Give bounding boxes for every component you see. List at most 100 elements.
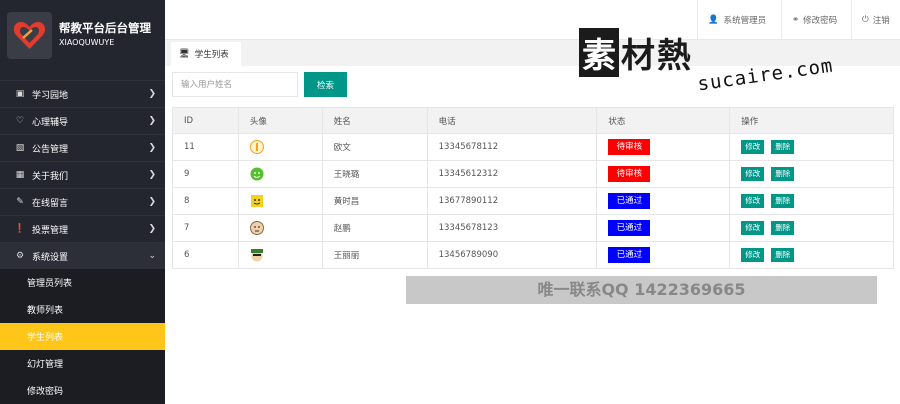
cell-phone: 13345612312 bbox=[426, 160, 598, 188]
settings-submenu: 管理员列表 教师列表 学生列表 幻灯管理 修改密码 bbox=[0, 269, 165, 404]
cell-id: 8 bbox=[172, 187, 239, 215]
column-header-actions: 操作 bbox=[729, 107, 894, 134]
column-header-phone: 电话 bbox=[426, 107, 598, 134]
table-row: 11 欧文 13345678112 待审核 修改 删除 bbox=[172, 133, 894, 161]
edit-button[interactable]: 修改 bbox=[741, 248, 765, 262]
cell-id: 7 bbox=[172, 214, 239, 242]
sidebar-item-label: 关于我们 bbox=[32, 171, 69, 182]
sidebar-item-study[interactable]: ▣ 学习园地 ❯ bbox=[0, 80, 165, 107]
cell-id: 11 bbox=[172, 133, 239, 161]
avatar bbox=[250, 248, 264, 262]
logout-label: 注销 bbox=[872, 16, 890, 26]
chevron-right-icon: ❯ bbox=[148, 224, 156, 234]
column-header-name: 姓名 bbox=[321, 107, 428, 134]
sidebar-item-counseling[interactable]: ♡ 心理辅导 ❯ bbox=[0, 107, 165, 134]
sidebar-item-label: 系统设置 bbox=[32, 252, 69, 263]
delete-button[interactable]: 删除 bbox=[771, 248, 795, 262]
cell-name: 王丽丽 bbox=[321, 241, 428, 269]
bar-chart-icon: ▧ bbox=[15, 143, 25, 153]
chevron-right-icon: ❯ bbox=[148, 143, 156, 153]
chevron-right-icon: ❯ bbox=[148, 89, 156, 99]
status-badge: 待审核 bbox=[608, 139, 651, 155]
sidebar-item-vote[interactable]: ❗ 投票管理 ❯ bbox=[0, 215, 165, 242]
logo-area[interactable]: 帮教平台后台管理 XIAOQUWUYE bbox=[0, 0, 165, 66]
logout-button[interactable]: ⏻ 注销 bbox=[851, 0, 900, 40]
chevron-down-icon: ⌄ bbox=[148, 251, 156, 261]
column-header-status: 状态 bbox=[596, 107, 731, 134]
chevron-right-icon: ❯ bbox=[148, 197, 156, 207]
status-badge: 已通过 bbox=[608, 193, 651, 209]
sidebar-item-label: 公告管理 bbox=[32, 144, 69, 155]
cell-id: 9 bbox=[172, 160, 239, 188]
student-table: ID 头像 姓名 电话 状态 操作 11 欧文 13345678112 待审核 … bbox=[172, 107, 894, 269]
cell-phone: 13677890112 bbox=[426, 187, 598, 215]
link-icon: ⚭ bbox=[792, 15, 800, 25]
power-icon: ⏻ bbox=[862, 15, 869, 25]
sidebar-item-label: 学习园地 bbox=[32, 90, 69, 101]
submenu-item-student-list[interactable]: 学生列表 bbox=[0, 323, 165, 350]
delete-button[interactable]: 删除 bbox=[771, 221, 795, 235]
watermark-chinese: 素 材 熱 bbox=[579, 28, 693, 77]
status-badge: 待审核 bbox=[608, 166, 651, 182]
change-password-label: 修改密码 bbox=[803, 16, 838, 26]
delete-button[interactable]: 删除 bbox=[771, 167, 795, 181]
sidebar-item-message[interactable]: ✎ 在线留言 ❯ bbox=[0, 188, 165, 215]
column-header-avatar: 头像 bbox=[237, 107, 323, 134]
sidebar-item-label: 投票管理 bbox=[32, 225, 69, 236]
search-input[interactable] bbox=[172, 72, 298, 97]
submenu-item-admin-list[interactable]: 管理员列表 bbox=[0, 269, 165, 296]
watermark: 素 材 熱 sucaire.com bbox=[579, 28, 835, 98]
submenu-item-slides[interactable]: 幻灯管理 bbox=[0, 350, 165, 377]
message-icon: ✎ bbox=[16, 197, 24, 207]
building-icon: ▦ bbox=[15, 170, 25, 180]
cell-phone: 13345678123 bbox=[426, 214, 598, 242]
table-row: 8 黄时昌 13677890112 已通过 修改 删除 bbox=[172, 187, 894, 215]
table-row: 6 王丽丽 13456789090 已通过 修改 删除 bbox=[172, 241, 894, 269]
brand-subtitle: XIAOQUWUYE bbox=[59, 38, 115, 47]
edit-button[interactable]: 修改 bbox=[741, 221, 765, 235]
submenu-item-teacher-list[interactable]: 教师列表 bbox=[0, 296, 165, 323]
avatar bbox=[250, 167, 264, 181]
contact-banner: 唯一联系QQ 1422369665 bbox=[406, 276, 877, 304]
sidebar: 帮教平台后台管理 XIAOQUWUYE ▣ 学习园地 ❯ ♡ 心理辅导 ❯ ▧ … bbox=[0, 0, 165, 404]
logo-icon bbox=[7, 12, 52, 59]
table-header-row: ID 头像 姓名 电话 状态 操作 bbox=[172, 107, 894, 134]
delete-button[interactable]: 删除 bbox=[771, 194, 795, 208]
sidebar-item-label: 心理辅导 bbox=[32, 117, 69, 128]
search-button[interactable]: 检索 bbox=[304, 72, 347, 97]
chevron-right-icon: ❯ bbox=[148, 170, 156, 180]
user-icon: 👤 bbox=[708, 15, 719, 25]
submenu-item-change-password[interactable]: 修改密码 bbox=[0, 377, 165, 404]
monitor-icon: 🖥 bbox=[179, 49, 190, 59]
sidebar-item-about[interactable]: ▦ 关于我们 ❯ bbox=[0, 161, 165, 188]
tab-student-list[interactable]: 🖥 学生列表 bbox=[171, 42, 241, 66]
column-header-id: ID bbox=[172, 107, 239, 134]
avatar bbox=[249, 221, 264, 235]
status-badge: 已通过 bbox=[608, 247, 651, 263]
cell-name: 欧文 bbox=[321, 133, 428, 161]
cell-name: 王晓璐 bbox=[321, 160, 428, 188]
admin-label: 系统管理员 bbox=[723, 16, 767, 26]
cell-name: 黄时昌 bbox=[321, 187, 428, 215]
watermark-char: 熱 bbox=[657, 36, 691, 76]
delete-button[interactable]: 删除 bbox=[771, 140, 795, 154]
sidebar-item-label: 在线留言 bbox=[32, 198, 69, 209]
heart-icon: ♡ bbox=[15, 116, 25, 126]
edit-button[interactable]: 修改 bbox=[741, 194, 765, 208]
tab-label: 学生列表 bbox=[194, 50, 229, 60]
sidebar-item-settings[interactable]: ⚙ 系统设置 ⌄ bbox=[0, 242, 165, 269]
brand-title: 帮教平台后台管理 bbox=[59, 21, 151, 35]
chevron-right-icon: ❯ bbox=[148, 116, 156, 126]
watermark-char: 素 bbox=[579, 28, 619, 77]
cell-phone: 13345678112 bbox=[426, 133, 598, 161]
avatar bbox=[249, 140, 264, 154]
gear-icon: ⚙ bbox=[15, 251, 25, 261]
edit-button[interactable]: 修改 bbox=[741, 167, 765, 181]
sidebar-item-notice[interactable]: ▧ 公告管理 ❯ bbox=[0, 134, 165, 161]
alert-icon: ❗ bbox=[14, 224, 26, 234]
avatar bbox=[250, 194, 264, 208]
edit-button[interactable]: 修改 bbox=[741, 140, 765, 154]
cell-id: 6 bbox=[172, 241, 239, 269]
table-row: 7 赵鹏 13345678123 已通过 修改 删除 bbox=[172, 214, 894, 242]
status-badge: 已通过 bbox=[608, 220, 651, 236]
